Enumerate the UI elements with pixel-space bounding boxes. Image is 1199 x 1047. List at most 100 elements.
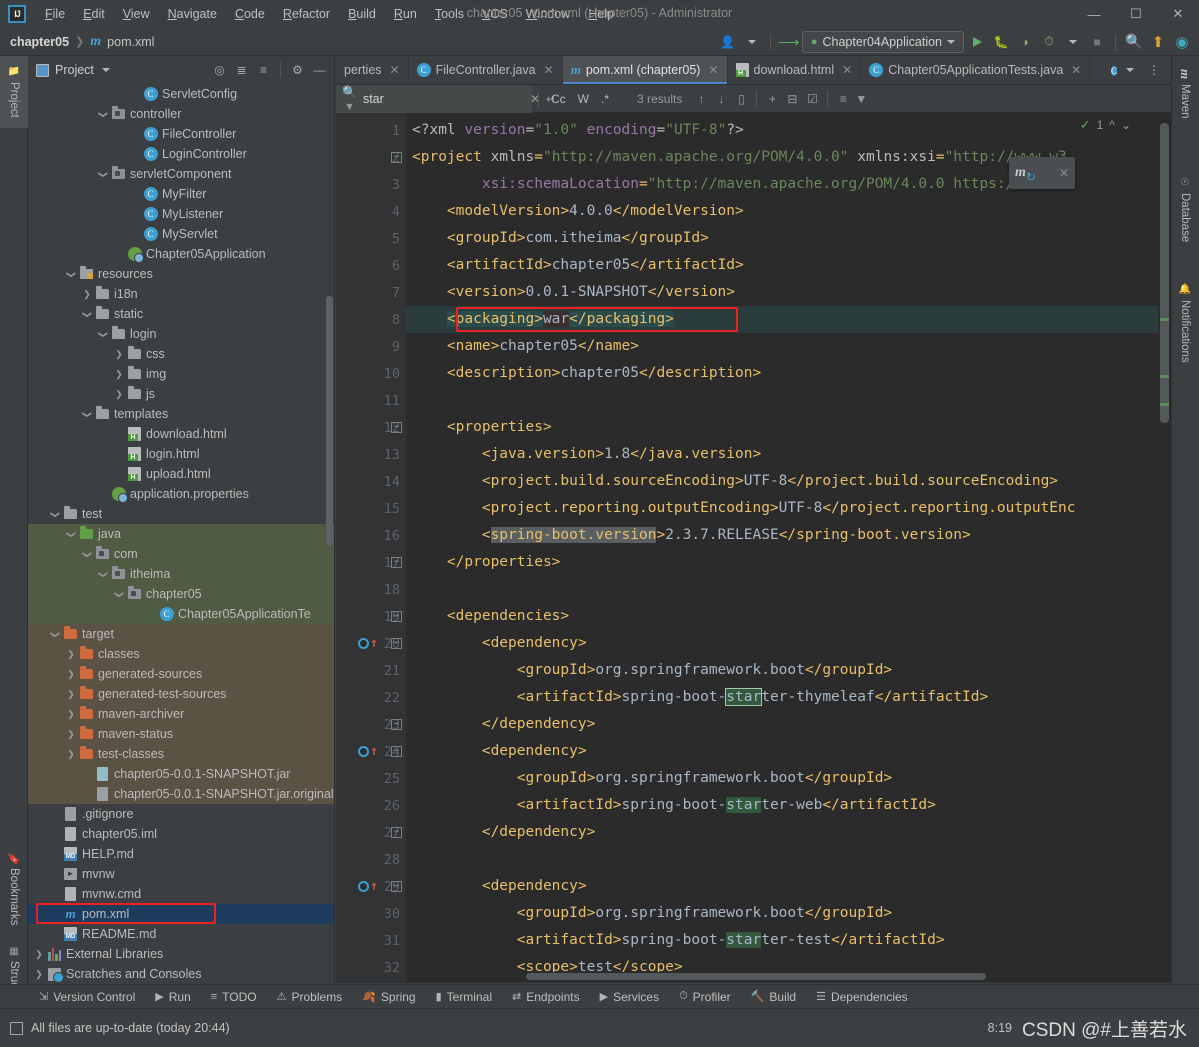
tree-node-static[interactable]: ❯ static [28,304,334,324]
code-editor[interactable]: <?xml version="1.0" encoding="UTF-8"?> <p… [406,113,1171,982]
run-gutter-icon[interactable]: ↑ [358,880,378,893]
tool-window-button-run[interactable]: ▶ Run [146,987,199,1007]
tool-window-button-dependencies[interactable]: ☰ Dependencies [807,987,917,1007]
gutter-line-21[interactable]: 21 [336,657,406,684]
find-options-icon[interactable]: ≡ [834,92,852,106]
tree-node-target[interactable]: ❯ target [28,624,334,644]
gutter-line-6[interactable]: 6 [336,252,406,279]
tree-node-logincontroller[interactable]: C LoginController [28,144,334,164]
maximize-icon[interactable]: ☐ [1115,0,1157,28]
chevron-down-icon[interactable]: ❯ [82,307,93,321]
chevron-down-icon[interactable]: ❯ [50,507,61,521]
chevron-right-icon[interactable]: ❯ [64,749,78,760]
chevron-down-icon[interactable]: ❯ [98,167,109,181]
tool-window-button-version-control[interactable]: ⇲ Version Control [30,987,144,1007]
editor-tab-filecontroller-java[interactable]: C FileController.java ✕ [409,56,563,84]
code-line-7[interactable]: <version>0.0.1-SNAPSHOT</version> [406,279,1171,306]
tree-node-servletconfig[interactable]: C ServletConfig [28,84,334,104]
project-tree-vscrollbar[interactable] [326,296,333,546]
code-line-27[interactable]: </dependency> [406,819,1171,846]
code-line-22[interactable]: <artifactId>spring-boot-starter-thymelea… [406,684,1171,711]
gutter-line-22[interactable]: 22 [336,684,406,711]
gutter-line-16[interactable]: 16 [336,522,406,549]
hide-icon[interactable]: — [309,60,330,81]
editor-tabs[interactable]: perties ✕ C FileController.java ✕ m pom.xml (c… [336,56,1171,85]
editor-vscrollbar-thumb[interactable] [1160,123,1169,423]
tree-node-itheima[interactable]: ❯ itheima [28,564,334,584]
tree-node-test-classes[interactable]: ❯ test-classes [28,744,334,764]
editor-hscrollbar-thumb[interactable] [526,973,986,980]
chevron-right-icon[interactable]: ❯ [112,369,126,380]
gutter-line-13[interactable]: 13 [336,441,406,468]
tree-node-upload-html[interactable]: upload.html [28,464,334,484]
chevron-down-icon[interactable]: ❯ [98,107,109,121]
chevron-right-icon[interactable]: ❯ [64,649,78,660]
tool-button-database[interactable]: ☉ Database [1171,166,1199,254]
tree-node-chapter05applicationte[interactable]: C Chapter05ApplicationTe [28,604,334,624]
menu-item-code[interactable]: Code [226,3,274,25]
code-line-13[interactable]: <java.version>1.8</java.version> [406,441,1171,468]
tool-window-button-build[interactable]: 🔨 Build [742,987,805,1007]
tree-node-download-html[interactable]: download.html [28,424,334,444]
editor-tab-perties[interactable]: perties ✕ [336,56,409,84]
menu-item-view[interactable]: View [114,3,159,25]
gutter-line-12[interactable]: 12− [336,414,406,441]
gutter-line-28[interactable]: 28 [336,846,406,873]
fold-end-icon[interactable]: − [391,827,402,838]
code-line-14[interactable]: <project.build.sourceEncoding>UTF-8</pro… [406,468,1171,495]
tree-node-pom-xml[interactable]: m pom.xml [28,904,334,924]
code-line-21[interactable]: <groupId>org.springframework.boot</group… [406,657,1171,684]
filter-icon[interactable]: ▼ [852,92,870,106]
tool-window-button-todo[interactable]: ≡ TODO [202,987,266,1007]
tree-node-chapter05[interactable]: ❯ chapter05 [28,584,334,604]
chevron-right-icon[interactable]: ❯ [112,349,126,360]
tree-node-readme-md[interactable]: README.md [28,924,334,944]
menu-item-window[interactable]: Window [517,3,579,25]
close-icon[interactable]: ✕ [390,63,400,77]
breadcrumb-file[interactable]: pom.xml [107,35,154,49]
tool-window-button-services[interactable]: ▶ Services [591,987,668,1007]
editor-tab-pom-xml-chapter05[interactable]: m pom.xml (chapter05) ✕ [562,56,728,84]
gutter-line-20[interactable]: 20 ↑ − [336,630,406,657]
editor-hscrollbar[interactable] [406,972,1158,982]
tree-node-classes[interactable]: ❯ classes [28,644,334,664]
tree-node-test[interactable]: ❯ test [28,504,334,524]
tree-node-java[interactable]: ❯ java [28,524,334,544]
tree-node-application-properties[interactable]: application.properties [28,484,334,504]
tree-node-myfilter[interactable]: C MyFilter [28,184,334,204]
add-line-icon[interactable]: + [763,92,781,106]
debug-icon[interactable]: 🐛 [990,31,1012,53]
close-icon[interactable]: ✕ [1059,166,1069,180]
code-line-23[interactable]: </dependency> [406,711,1171,738]
code-line-28[interactable] [406,846,1171,873]
previous-occurrence-icon[interactable]: ↑ [692,92,710,106]
gutter-line-26[interactable]: 26 [336,792,406,819]
tree-node-login[interactable]: ❯ login [28,324,334,344]
menu-item-refactor[interactable]: Refactor [274,3,339,25]
gutter-line-3[interactable]: 3 [336,171,406,198]
search-icon[interactable]: 🔍▾ [342,85,357,113]
run-gutter-icon[interactable]: ↑ [358,745,378,758]
tool-button-maven[interactable]: m Maven [1171,60,1199,128]
chevron-down-icon[interactable] [1119,59,1141,81]
previous-problem-icon[interactable]: ^ [1109,118,1115,132]
run-icon[interactable] [966,31,988,53]
tree-node-external-libraries[interactable]: ❯ External Libraries [28,944,334,964]
fold-collapse-icon[interactable]: − [391,746,402,757]
fold-collapse-icon[interactable]: − [391,152,402,163]
menu-item-vcs[interactable]: VCS [473,3,517,25]
tree-node-css[interactable]: ❯ css [28,344,334,364]
gutter-line-4[interactable]: 4 [336,198,406,225]
chevron-down-icon[interactable]: ❯ [114,587,125,601]
chevron-down-icon[interactable]: ❯ [98,327,109,341]
gutter-line-18[interactable]: 18 [336,576,406,603]
close-icon[interactable]: ✕ [544,63,554,77]
code-line-20[interactable]: <dependency> [406,630,1171,657]
ide-icon[interactable]: ◉ [1171,31,1193,53]
gutter-line-30[interactable]: 30 [336,900,406,927]
tree-node-i18n[interactable]: ❯ i18n [28,284,334,304]
tree-node-mvnw-cmd[interactable]: mvnw.cmd [28,884,334,904]
gear-icon[interactable]: ⚙ [287,60,308,81]
gutter-line-24[interactable]: 24 ↑ − [336,738,406,765]
more-options-icon[interactable]: ⋮ [1143,59,1165,81]
